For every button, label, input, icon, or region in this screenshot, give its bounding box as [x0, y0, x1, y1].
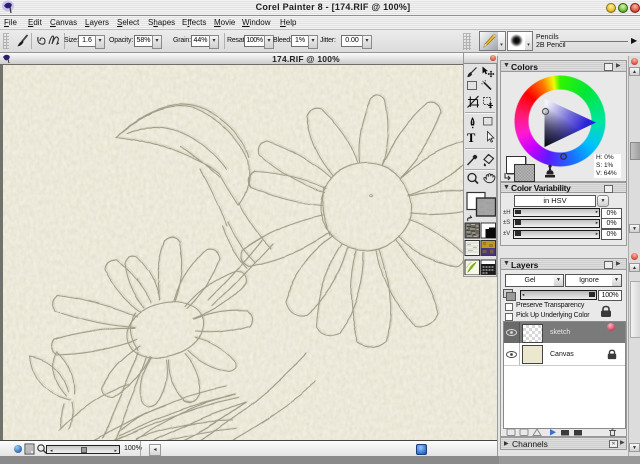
svg-text:T: T: [467, 131, 476, 145]
